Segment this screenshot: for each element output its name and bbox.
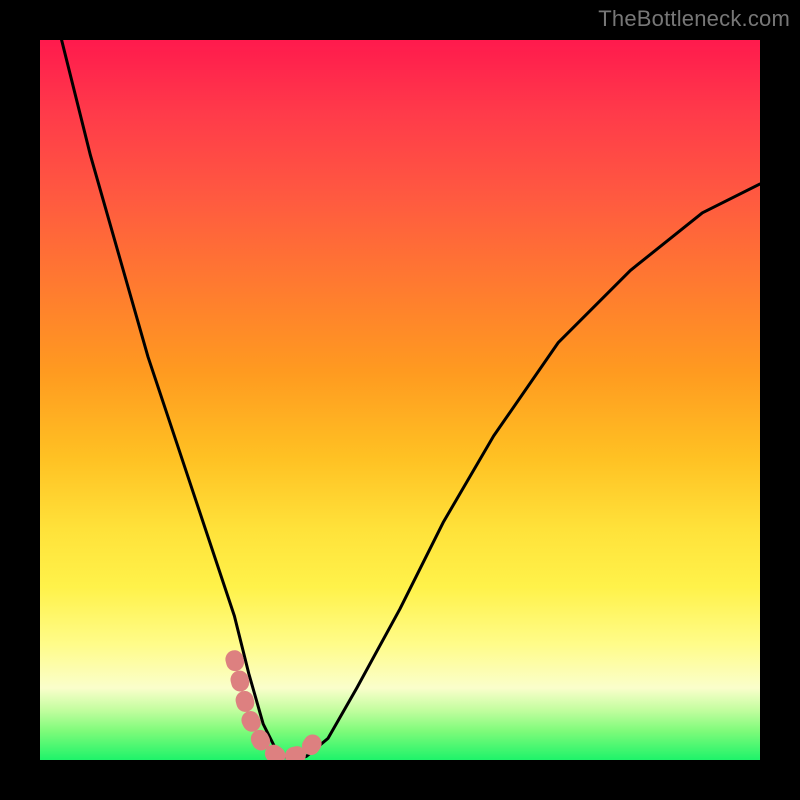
chart-frame: TheBottleneck.com (0, 0, 800, 800)
plot-area (40, 40, 760, 760)
bottleneck-curve (62, 40, 760, 760)
bottleneck-curve-svg (40, 40, 760, 760)
watermark-text: TheBottleneck.com (598, 6, 790, 32)
